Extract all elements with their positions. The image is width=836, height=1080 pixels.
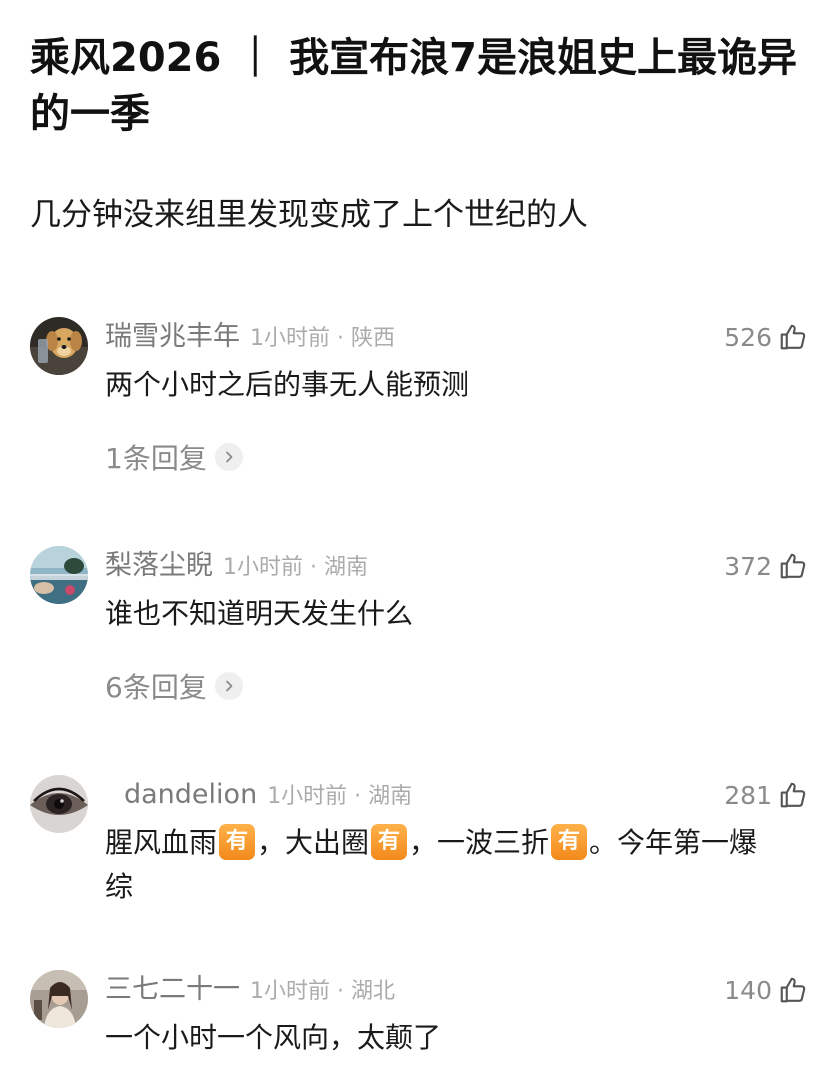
like-count: 526 bbox=[724, 322, 772, 352]
chevron-right-icon bbox=[214, 672, 243, 700]
user-avatar[interactable] bbox=[30, 317, 88, 375]
like-count: 372 bbox=[724, 551, 772, 581]
comment-text: 谁也不知道明天发生什么 bbox=[105, 597, 414, 630]
replies-count: 1条回复 bbox=[105, 442, 207, 475]
comment-time-location: 1小时前 · 陕西 bbox=[250, 326, 395, 351]
comment-time-location: 1小时前 · 湖北 bbox=[250, 979, 395, 1004]
comment-meta: 梨落尘睨 1小时前 · 湖南 bbox=[105, 546, 368, 586]
like-button[interactable]: 140 bbox=[724, 970, 808, 1010]
comment-meta: dandelion 1小时前 · 湖南 bbox=[124, 775, 412, 815]
comment-username[interactable]: 三七二十一 bbox=[105, 974, 240, 1005]
thumbs-up-icon bbox=[778, 322, 808, 352]
comment-item: 瑞雪兆丰年 1小时前 · 陕西 526 两个小时之后的事无人能预测 1条回复 bbox=[0, 317, 836, 487]
thumbs-up-icon bbox=[778, 551, 808, 581]
comment-text: 两个小时之后的事无人能预测 bbox=[105, 368, 470, 401]
comment-username[interactable]: 梨落尘睨 bbox=[105, 550, 213, 581]
like-count: 140 bbox=[724, 975, 772, 1005]
replies-count: 6条回复 bbox=[105, 671, 207, 704]
like-count: 281 bbox=[724, 780, 772, 810]
comment-text: 腥风血雨有，大出圈有，一波三折有。今年第一爆综 bbox=[105, 821, 785, 909]
emoji-badge-icon: 有 bbox=[219, 824, 256, 860]
user-avatar[interactable] bbox=[30, 546, 88, 604]
post-title: 乘风2026 ｜ 我宣布浪7是浪姐史上最诡异的一季 bbox=[30, 35, 798, 137]
user-avatar[interactable] bbox=[30, 970, 88, 1028]
comment-text-part: ，大出圈 bbox=[257, 826, 370, 859]
comment-username[interactable]: dandelion bbox=[124, 779, 257, 810]
thumbs-up-icon bbox=[778, 780, 808, 810]
comment-item: 梨落尘睨 1小时前 · 湖南 372 谁也不知道明天发生什么 6条回复 bbox=[0, 546, 836, 716]
emoji-badge-icon: 有 bbox=[371, 824, 408, 860]
comment-text-part: 腥风血雨 bbox=[105, 826, 218, 859]
comment-item: dandelion 1小时前 · 湖南 281 腥风血雨有，大出圈有，一波三折有。… bbox=[0, 775, 836, 915]
comment-username[interactable]: 瑞雪兆丰年 bbox=[105, 321, 240, 352]
view-replies-button[interactable]: 6条回复 bbox=[105, 664, 243, 708]
like-button[interactable]: 281 bbox=[724, 775, 808, 815]
comment-item: 三七二十一 1小时前 · 湖北 140 一个小时一个风向，太颠了 bbox=[0, 970, 836, 1070]
like-button[interactable]: 526 bbox=[724, 317, 808, 357]
comment-meta: 瑞雪兆丰年 1小时前 · 陕西 bbox=[105, 317, 395, 357]
comment-text: 一个小时一个风向，太颠了 bbox=[105, 1021, 442, 1054]
emoji-badge-icon: 有 bbox=[551, 824, 588, 860]
user-avatar[interactable] bbox=[30, 775, 88, 833]
post-body: 几分钟没来组里发现变成了上个世纪的人 bbox=[30, 197, 588, 233]
comment-time-location: 1小时前 · 湖南 bbox=[267, 784, 413, 809]
view-replies-button[interactable]: 1条回复 bbox=[105, 435, 243, 479]
comment-text-part: ，一波三折 bbox=[409, 826, 550, 859]
like-button[interactable]: 372 bbox=[724, 546, 808, 586]
comment-meta: 三七二十一 1小时前 · 湖北 bbox=[105, 970, 395, 1010]
thumbs-up-icon bbox=[778, 975, 808, 1005]
chevron-right-icon bbox=[214, 443, 243, 471]
comment-time-location: 1小时前 · 湖南 bbox=[223, 555, 368, 580]
